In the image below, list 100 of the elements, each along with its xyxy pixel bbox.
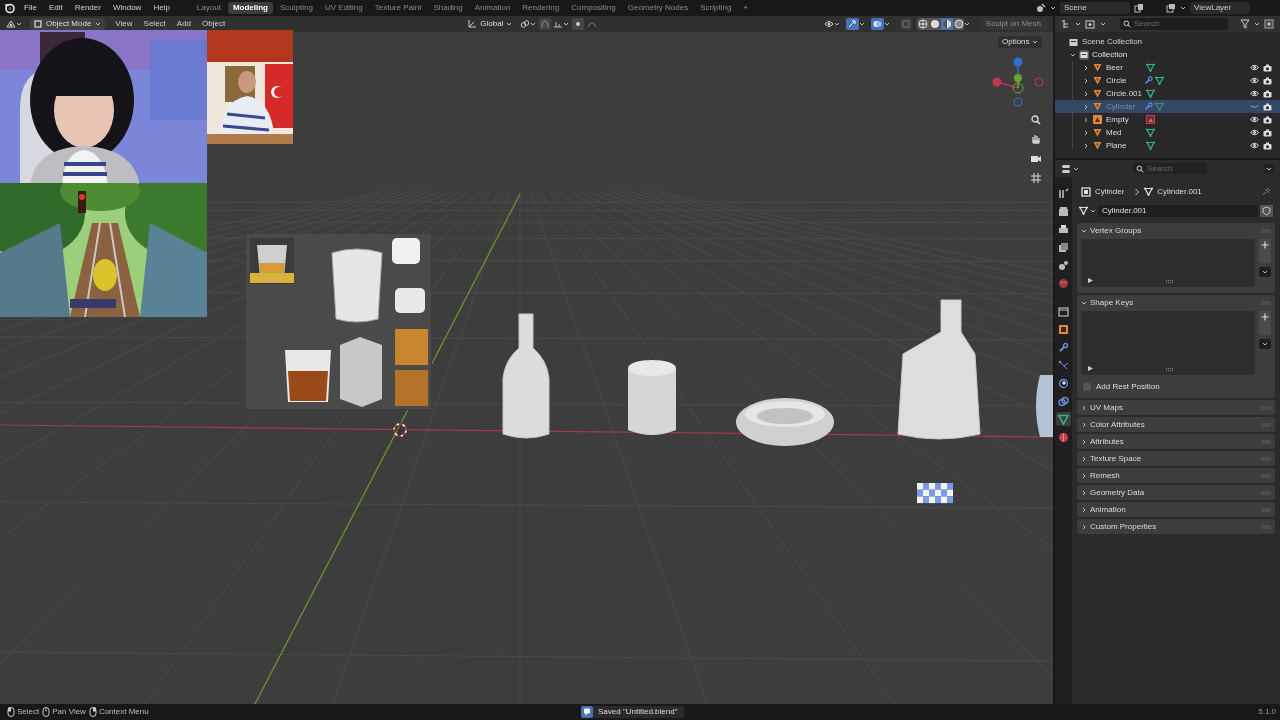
- closed-eye-icon[interactable]: [1250, 103, 1259, 110]
- link-icon[interactable]: [520, 19, 531, 29]
- workspace-tab[interactable]: UV Editing: [319, 2, 368, 14]
- properties-tab[interactable]: [1056, 322, 1071, 336]
- triangle-icon[interactable]: [1093, 63, 1102, 72]
- grid-icon[interactable]: [1030, 172, 1042, 184]
- play-icon[interactable]: [1088, 278, 1093, 283]
- workspace-tab[interactable]: Modeling: [227, 2, 273, 14]
- workspace-tab[interactable]: Animation: [469, 2, 516, 14]
- outliner-item[interactable]: Plane: [1106, 139, 1144, 152]
- camera-icon[interactable]: [1263, 141, 1272, 150]
- expand-icon[interactable]: [1081, 472, 1087, 479]
- properties-tab[interactable]: [1056, 186, 1071, 200]
- eye-icon[interactable]: [1250, 64, 1259, 71]
- shading-button[interactable]: [916, 18, 929, 30]
- outliner-item[interactable]: Scene Collection: [1082, 36, 1143, 48]
- triangle-icon[interactable]: [1093, 102, 1102, 111]
- caret-icon[interactable]: [530, 21, 537, 27]
- visibility-icon[interactable]: [823, 19, 834, 29]
- zoom-icon[interactable]: [1030, 114, 1042, 126]
- triangle-icon[interactable]: [1093, 141, 1102, 150]
- name-field[interactable]: Cylinder.001: [1098, 204, 1258, 217]
- workspace-tab[interactable]: Layout: [191, 2, 226, 14]
- outliner-icon[interactable]: [1061, 19, 1071, 29]
- expand-icon[interactable]: [1081, 489, 1087, 496]
- menu-item[interactable]: Render: [74, 2, 101, 14]
- panel-title[interactable]: Vertex Groups: [1090, 224, 1142, 237]
- expand-icon[interactable]: [1081, 404, 1087, 411]
- breadcrumb-item[interactable]: Cylinder.001: [1157, 185, 1202, 198]
- triangle-icon[interactable]: [1093, 128, 1102, 137]
- editor-type-icon[interactable]: [6, 19, 16, 29]
- caret-icon[interactable]: [506, 21, 513, 27]
- expand-icon[interactable]: [1081, 523, 1087, 530]
- triangle-icon[interactable]: [1093, 76, 1102, 85]
- workspace-tab[interactable]: Shading: [428, 2, 468, 14]
- scene-icon[interactable]: [1036, 3, 1046, 13]
- menu-item[interactable]: Edit: [48, 2, 63, 14]
- outliner-item[interactable]: Circle: [1106, 74, 1144, 87]
- add-button[interactable]: [1259, 239, 1271, 263]
- dropdown-icon[interactable]: [1264, 163, 1274, 174]
- expand-icon[interactable]: [1081, 506, 1087, 513]
- camera-icon[interactable]: [1030, 153, 1042, 165]
- expand-icon[interactable]: [1081, 421, 1087, 428]
- workspace-tab[interactable]: Texture Paint: [369, 2, 427, 14]
- orientation-icon[interactable]: [467, 19, 478, 29]
- panel-title[interactable]: Geometry Data: [1090, 486, 1145, 499]
- proportional-icon[interactable]: [572, 18, 585, 30]
- workspace-tab[interactable]: Sculpting: [275, 2, 318, 14]
- falloff-icon[interactable]: [587, 19, 598, 29]
- menu-item[interactable]: Select: [143, 18, 166, 30]
- axis-gizmo[interactable]: [992, 57, 1044, 107]
- play-icon[interactable]: [1088, 366, 1093, 371]
- properties-tab[interactable]: [1056, 304, 1071, 318]
- menu-item[interactable]: Window: [112, 2, 142, 14]
- panel-title[interactable]: Animation: [1090, 503, 1126, 516]
- caret-icon[interactable]: [1050, 5, 1056, 11]
- mode-dropdown[interactable]: Object Mode: [30, 18, 106, 30]
- outliner-item[interactable]: Circle.001: [1106, 87, 1144, 100]
- workspace-tab[interactable]: Rendering: [517, 2, 565, 14]
- scene-field[interactable]: Scene: [1060, 2, 1130, 14]
- caret-icon[interactable]: [883, 21, 890, 27]
- menu-item[interactable]: Object: [202, 18, 226, 30]
- view-layer-field[interactable]: ViewLayer: [1190, 2, 1250, 14]
- layers-icon[interactable]: [1166, 3, 1176, 13]
- empty-icon[interactable]: [1093, 115, 1102, 124]
- workspace-tab[interactable]: Geometry Nodes: [622, 2, 694, 14]
- caret-icon[interactable]: [1180, 5, 1186, 11]
- camera-icon[interactable]: [1263, 63, 1272, 72]
- properties-tab[interactable]: [1056, 376, 1071, 390]
- caret-icon[interactable]: [858, 21, 865, 27]
- caret-icon[interactable]: [1031, 39, 1038, 45]
- eye-icon[interactable]: [1250, 116, 1259, 123]
- camera-icon[interactable]: [1263, 76, 1272, 85]
- resize-grip-icon[interactable]: [1166, 280, 1174, 283]
- filter-icon[interactable]: [1240, 19, 1250, 29]
- camera-icon[interactable]: [1263, 128, 1272, 137]
- eye-icon[interactable]: [1250, 142, 1259, 149]
- menu-item[interactable]: File: [24, 2, 37, 14]
- properties-tab[interactable]: [1056, 222, 1071, 236]
- caret-icon[interactable]: [1075, 21, 1081, 27]
- triangle-icon[interactable]: [1093, 89, 1102, 98]
- panel-title[interactable]: Color Attributes: [1090, 418, 1145, 431]
- properties-tab[interactable]: [1056, 240, 1071, 254]
- eye-icon[interactable]: [1250, 129, 1259, 136]
- caret-icon[interactable]: [563, 21, 570, 27]
- expand-icon[interactable]: [1070, 51, 1076, 58]
- properties-tab[interactable]: [1056, 258, 1071, 272]
- hand-icon[interactable]: [1030, 133, 1042, 145]
- caret-icon[interactable]: [833, 21, 840, 27]
- options-dropdown[interactable]: Options: [998, 36, 1042, 48]
- workspace-tab[interactable]: Scripting: [695, 2, 737, 14]
- outliner-item[interactable]: Beer: [1106, 61, 1144, 74]
- eye-icon[interactable]: [1250, 77, 1259, 84]
- expand-icon[interactable]: [1081, 227, 1087, 234]
- caret-icon[interactable]: [1073, 165, 1079, 172]
- panel-title[interactable]: Attributes: [1090, 435, 1124, 448]
- properties-tab[interactable]: [1056, 394, 1071, 408]
- outliner-item[interactable]: Med: [1106, 126, 1144, 139]
- properties-tab[interactable]: [1056, 430, 1071, 444]
- expand-icon[interactable]: [1081, 299, 1087, 306]
